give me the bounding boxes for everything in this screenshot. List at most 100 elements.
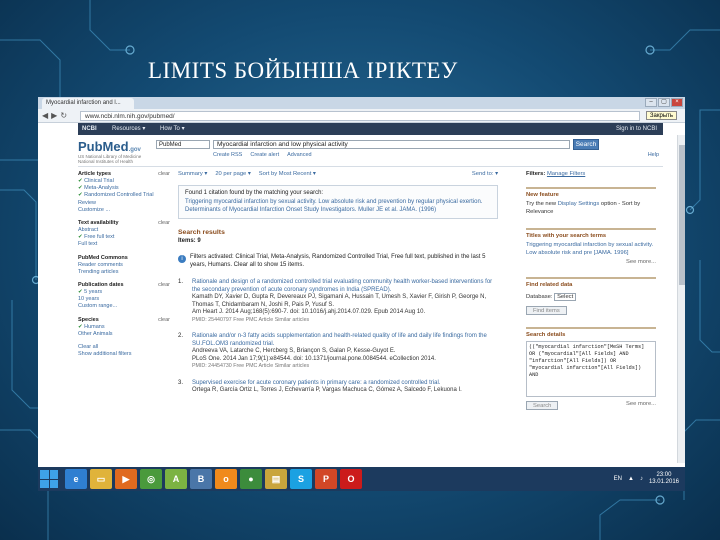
files-icon[interactable]: ▤: [265, 469, 287, 489]
back-icon[interactable]: ◀: [42, 111, 48, 120]
filter-clear-link[interactable]: clear: [158, 282, 170, 288]
see-more-link[interactable]: See more...: [626, 401, 656, 407]
filter-group-title: Text availability: [78, 220, 119, 227]
odnoklassniki-icon[interactable]: о: [215, 469, 237, 489]
forward-icon[interactable]: ▶: [51, 111, 57, 120]
result-authors: Andreeva VA, Latarche C, Hercberg S, Bri…: [192, 348, 396, 354]
browser-tabbar: Myocardial infarction and l... – ▢ ×: [38, 97, 685, 109]
network-icon[interactable]: ▲: [628, 476, 634, 482]
filter-group-header: Species clear: [78, 317, 170, 323]
taskbar: e ▭ ▶ ◎ A Bо ● ▤ S P O EN ▲ ♪ 23:00 13.01.2016: [38, 467, 685, 491]
android-icon[interactable]: A: [165, 469, 187, 489]
result-title-link[interactable]: Rationale and design of a randomized con…: [192, 279, 498, 294]
signin-link[interactable]: Sign in to NCBI: [616, 123, 657, 135]
database-select[interactable]: PubMed: [156, 140, 210, 149]
browser-tab[interactable]: Myocardial infarction and l...: [42, 98, 134, 109]
chrome-icon[interactable]: ●: [240, 469, 262, 489]
filter-clear-link[interactable]: clear: [158, 220, 170, 226]
clock[interactable]: 23:00 13.01.2016: [649, 472, 679, 486]
result-title-link[interactable]: Rationale and/or n-3 fatty acids supplem…: [192, 333, 498, 348]
result-body: Rationale and/or n-3 fatty acids supplem…: [192, 333, 498, 371]
result-links[interactable]: PMID: 24454730 Free PMC Article Similar …: [192, 363, 498, 371]
language-indicator[interactable]: EN: [614, 476, 622, 482]
page-scrollbar[interactable]: [677, 135, 685, 463]
filter-item[interactable]: Custom range...: [78, 303, 170, 310]
url-input[interactable]: www.ncbi.nlm.nih.gov/pubmed/: [80, 111, 640, 121]
citation-link[interactable]: Triggering myocardial infarction by sexu…: [185, 198, 491, 214]
filter-group-header: Article types clear: [78, 171, 170, 177]
filter-item[interactable]: Review: [78, 200, 170, 207]
filter-item[interactable]: Reader comments: [78, 262, 170, 269]
result-title-link[interactable]: Supervised exercise for acute coronary p…: [192, 380, 498, 388]
panel-title: Titles with your search terms: [526, 233, 607, 239]
database-dropdown[interactable]: Select: [554, 293, 577, 301]
filter-item[interactable]: Other Animals: [78, 331, 170, 338]
slide-title: LIMITS БОЙЫНША ІРІКТЕУ: [148, 58, 458, 83]
filter-clear-link[interactable]: clear: [158, 317, 170, 323]
maximize-icon[interactable]: ▢: [658, 98, 670, 107]
filter-item[interactable]: Show additional filters: [78, 351, 170, 358]
sort-menu[interactable]: Sort by Most Recent ▾: [259, 171, 316, 177]
display-settings-link[interactable]: Display Settings: [558, 201, 600, 207]
result-body: Rationale and design of a randomized con…: [192, 279, 498, 324]
summary-format-menu[interactable]: Summary ▾: [178, 171, 207, 177]
filter-item[interactable]: Clear all: [78, 344, 170, 351]
reload-icon[interactable]: ↻: [60, 111, 67, 120]
per-page-menu[interactable]: 20 per page ▾: [215, 171, 250, 177]
filter-item[interactable]: Free full text: [78, 234, 170, 241]
title-term-link[interactable]: Triggering myocardial infarction by sexu…: [526, 242, 656, 257]
send-to-menu[interactable]: Send to: ▾: [472, 171, 498, 177]
result-number: 3.: [178, 379, 184, 386]
windows-start-icon[interactable]: [40, 470, 58, 488]
advanced-link[interactable]: Advanced: [287, 152, 311, 158]
search-input[interactable]: Myocardial infarction and low physical a…: [213, 140, 570, 149]
file-explorer-icon[interactable]: ▭: [90, 469, 112, 489]
filter-group: Publication dates clear5 years10 yearsCus…: [78, 282, 170, 311]
search-details-textarea[interactable]: (("myocardial infarction"[MeSH Terms] OR…: [526, 340, 656, 397]
filter-item[interactable]: Clinical Trial: [78, 178, 170, 185]
filter-item[interactable]: Full text: [78, 241, 170, 248]
filter-clear-link[interactable]: clear: [158, 171, 170, 177]
filter-item[interactable]: 5 years: [78, 289, 170, 296]
help-link[interactable]: Help: [648, 152, 659, 158]
vk-icon[interactable]: B: [190, 469, 212, 489]
minimize-icon[interactable]: –: [645, 98, 657, 107]
manage-filters-link[interactable]: Manage Filters: [547, 171, 585, 177]
panel-title: Find related data: [526, 282, 573, 288]
create-rss-link[interactable]: Create RSS: [213, 152, 242, 158]
volume-icon[interactable]: ♪: [640, 476, 643, 482]
results-column: Summary ▾ 20 per page ▾ Sort by Most Rec…: [178, 171, 498, 404]
system-tray: EN ▲ ♪ 23:00 13.01.2016: [614, 472, 685, 486]
skype-icon[interactable]: S: [290, 469, 312, 489]
create-alert-link[interactable]: Create alert: [250, 152, 279, 158]
details-search-button[interactable]: Search: [526, 400, 559, 410]
result-links[interactable]: PMID: 25440797 Free PMC Article Similar …: [192, 317, 498, 325]
see-more-link[interactable]: See more...: [526, 259, 656, 265]
media-player-icon[interactable]: ▶: [115, 469, 137, 489]
search-header: PubMed.gov US National Library of Medici…: [78, 135, 663, 167]
filter-item[interactable]: Humans: [78, 324, 170, 331]
close-icon[interactable]: ×: [671, 98, 683, 107]
filter-group: Clear all Show additional filters: [78, 344, 170, 358]
find-related-panel: Find related data Database: Select Find …: [526, 277, 656, 315]
search-app-icon[interactable]: ◎: [140, 469, 162, 489]
powerpoint-icon[interactable]: P: [315, 469, 337, 489]
filter-item[interactable]: Customize ...: [78, 207, 170, 214]
filter-group: Species clearHumansOther Animals: [78, 317, 170, 338]
filter-item[interactable]: Trending articles: [78, 269, 170, 276]
opera-icon[interactable]: O: [340, 469, 362, 489]
ncbi-logo[interactable]: NCBI: [82, 123, 97, 135]
find-items-button[interactable]: Find items: [526, 305, 567, 315]
filter-item[interactable]: Meta-Analysis: [78, 185, 170, 192]
filter-item[interactable]: Randomized Controlled Trial: [78, 192, 170, 199]
scrollbar-thumb[interactable]: [679, 145, 685, 285]
filter-group-header: PubMed Commons: [78, 255, 170, 261]
filter-group-header: Text availability clear: [78, 220, 170, 226]
resources-menu[interactable]: Resources ▾: [112, 123, 145, 135]
search-button[interactable]: Search: [573, 139, 599, 150]
howto-menu[interactable]: How To ▾: [160, 123, 185, 135]
internet-explorer-icon[interactable]: e: [65, 469, 87, 489]
pubmed-logo[interactable]: PubMed.gov: [78, 139, 141, 154]
filter-item[interactable]: Abstract: [78, 227, 170, 234]
filter-item[interactable]: 10 years: [78, 296, 170, 303]
